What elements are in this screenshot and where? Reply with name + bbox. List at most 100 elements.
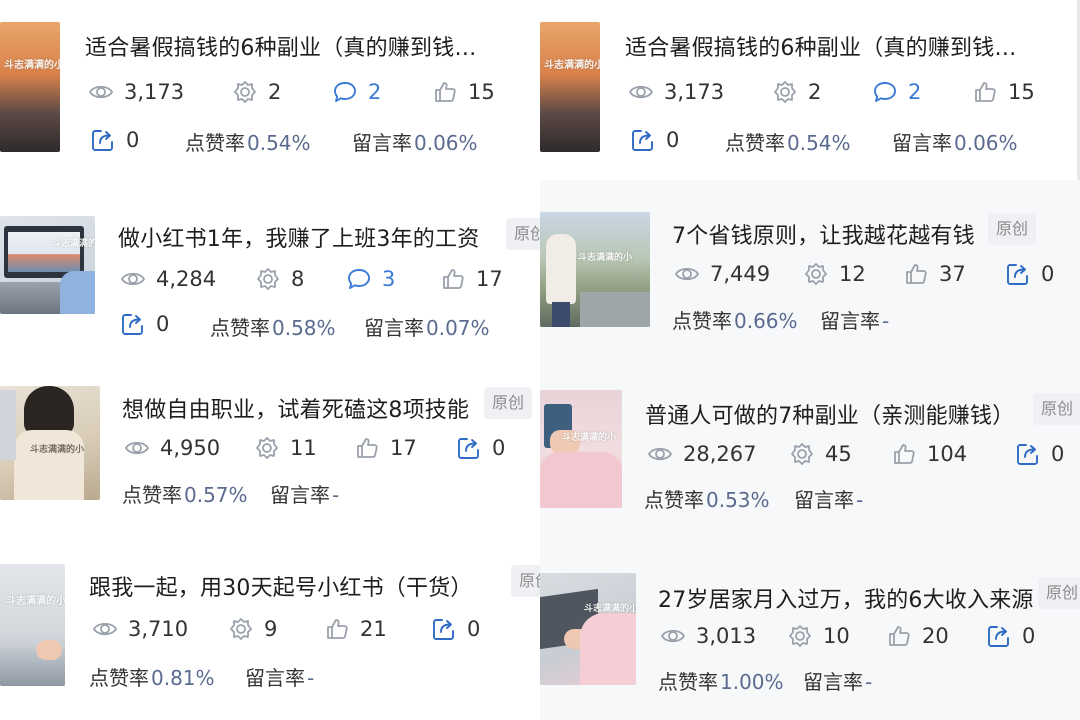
thumbs-up-icon bbox=[435, 82, 456, 102]
watermark: 斗志满满的小 bbox=[584, 604, 636, 614]
views-stat: 28,267 bbox=[647, 441, 756, 467]
cover-thumbnail[interactable]: 斗志满满的小 bbox=[0, 386, 100, 500]
original-badge: 原创 bbox=[1033, 393, 1080, 425]
comments-stat[interactable]: 3 bbox=[346, 266, 395, 292]
article-title[interactable]: 跟我一起，用30天起号小红书（干货） bbox=[89, 570, 473, 602]
original-badge: 原创 bbox=[484, 387, 533, 419]
person-legs bbox=[552, 302, 570, 327]
cover-thumbnail[interactable]: 斗志满满的小 bbox=[0, 564, 65, 686]
forwards-stat[interactable]: 0 bbox=[431, 616, 480, 642]
thumbs-up-icon bbox=[889, 626, 910, 646]
shares-stat: 12 bbox=[803, 261, 866, 287]
article-card[interactable]: 斗志满满的小 普通人可做的7种副业（亲测能赚钱） 原创 28,267 45 10… bbox=[540, 360, 1080, 540]
likes-stat[interactable]: 17 bbox=[354, 435, 417, 461]
comment-rate: 留言率 - bbox=[820, 309, 890, 333]
article-title[interactable]: 适合暑假搞钱的6种副业（真的赚到钱… bbox=[85, 30, 477, 62]
forwards-stat[interactable]: 0 bbox=[1015, 441, 1064, 467]
forwards-stat[interactable]: 0 bbox=[90, 127, 139, 153]
watermark: 斗志满满的小 bbox=[544, 60, 600, 71]
forwards-stat[interactable]: 0 bbox=[456, 435, 505, 461]
article-title[interactable]: 想做自由职业，试着死磕这8项技能 bbox=[122, 392, 469, 424]
views-stat: 3,710 bbox=[92, 616, 188, 642]
article-card[interactable]: 斗志满满的小 做小红书1年，我赚了上班3年的工资 原创 4,284 8 3 17… bbox=[0, 180, 540, 360]
shares-stat: 9 bbox=[228, 616, 277, 642]
forward-icon bbox=[988, 626, 1009, 647]
share-gear-icon bbox=[774, 81, 796, 103]
like-rate: 点赞率 0.81% bbox=[89, 666, 215, 690]
forward-icon bbox=[433, 619, 454, 640]
comment-icon bbox=[334, 82, 356, 102]
thumbs-up-icon bbox=[443, 269, 464, 289]
thumbs-up-icon bbox=[357, 438, 378, 458]
article-card[interactable]: 斗志满满的小 想做自由职业，试着死磕这8项技能 原创 4,950 11 17 0… bbox=[0, 360, 540, 540]
share-gear-icon bbox=[230, 618, 252, 640]
article-card[interactable]: 斗志满满的小 跟我一起，用30天起号小红书（干货） 原创 3,710 9 21 … bbox=[0, 540, 540, 720]
watermark: 斗志满满的小 bbox=[562, 433, 617, 443]
hand bbox=[36, 640, 62, 660]
comment-rate: 留言率 - bbox=[794, 488, 864, 512]
article-title[interactable]: 做小红书1年，我赚了上班3年的工资 bbox=[118, 221, 479, 253]
forward-icon bbox=[1007, 264, 1028, 285]
forwards-stat[interactable]: 0 bbox=[986, 623, 1035, 649]
cover-thumbnail[interactable]: 斗志满满的小 bbox=[0, 22, 60, 152]
comment-rate: 留言率 0.06% bbox=[352, 131, 478, 155]
views-stat: 3,173 bbox=[88, 79, 184, 105]
cover-thumbnail[interactable]: 斗志满满的小 bbox=[540, 573, 636, 685]
forwards-stat[interactable]: 0 bbox=[1005, 261, 1054, 287]
forwards-stat[interactable]: 0 bbox=[630, 127, 679, 153]
person-figure bbox=[546, 234, 576, 304]
article-card[interactable]: 斗志满满的小 适合暑假搞钱的6种副业（真的赚到钱… 3,173 2 2 15 0… bbox=[540, 0, 1080, 180]
watermark: 斗志满满的小 bbox=[4, 60, 60, 71]
comment-icon bbox=[348, 269, 370, 289]
likes-stat[interactable]: 15 bbox=[972, 79, 1035, 105]
shares-stat: 45 bbox=[789, 441, 852, 467]
sleeve bbox=[60, 271, 95, 314]
comments-stat[interactable]: 2 bbox=[332, 79, 381, 105]
cover-thumbnail[interactable]: 斗志满满的小 bbox=[0, 216, 95, 314]
share-gear-icon bbox=[805, 263, 827, 285]
likes-stat[interactable]: 104 bbox=[891, 441, 967, 467]
comment-rate: 留言率 - bbox=[245, 666, 315, 690]
forwards-stat[interactable]: 0 bbox=[120, 311, 169, 337]
thumbs-up-icon bbox=[894, 444, 915, 464]
views-stat: 7,449 bbox=[674, 261, 770, 287]
share-gear-icon bbox=[789, 625, 811, 647]
eye-icon bbox=[661, 629, 685, 643]
pink-sleeve bbox=[540, 452, 622, 508]
share-gear-icon bbox=[257, 268, 279, 290]
article-title[interactable]: 27岁居家月入过万，我的6大收入来源 bbox=[658, 582, 1034, 614]
forward-icon bbox=[1017, 444, 1038, 465]
likes-stat[interactable]: 37 bbox=[903, 261, 966, 287]
article-title[interactable]: 7个省钱原则，让我越花越有钱 bbox=[672, 218, 975, 250]
cover-thumbnail[interactable]: 斗志满满的小 bbox=[540, 22, 600, 152]
article-title[interactable]: 普通人可做的7种副业（亲测能赚钱） bbox=[645, 398, 1014, 430]
like-rate: 点赞率 0.66% bbox=[672, 309, 798, 333]
likes-stat[interactable]: 20 bbox=[886, 623, 949, 649]
likes-stat[interactable]: 15 bbox=[432, 79, 495, 105]
likes-stat[interactable]: 21 bbox=[324, 616, 387, 642]
like-rate: 点赞率 0.54% bbox=[185, 131, 311, 155]
like-rate: 点赞率 0.57% bbox=[122, 483, 248, 507]
watermark: 斗志满满的小 bbox=[52, 239, 95, 249]
article-card[interactable]: 斗志满满的小 适合暑假搞钱的6种副业（真的赚到钱… 3,173 2 2 15 0… bbox=[0, 0, 540, 180]
cover-thumbnail[interactable]: 斗志满满的小 bbox=[540, 390, 622, 508]
article-card[interactable]: 斗志满满的小 27岁居家月入过万，我的6大收入来源 原创 3,013 10 20… bbox=[540, 540, 1080, 720]
shares-stat: 2 bbox=[232, 79, 281, 105]
shares-stat: 8 bbox=[255, 266, 304, 292]
like-rate: 点赞率 1.00% bbox=[658, 670, 784, 694]
comments-stat[interactable]: 2 bbox=[872, 79, 921, 105]
cover-thumbnail[interactable]: 斗志满满的小 bbox=[540, 212, 650, 327]
likes-stat[interactable]: 17 bbox=[440, 266, 503, 292]
comment-rate: 留言率 - bbox=[803, 670, 873, 694]
eye-icon bbox=[675, 267, 699, 281]
like-rate: 点赞率 0.53% bbox=[644, 488, 770, 512]
forward-icon bbox=[122, 314, 143, 335]
article-title[interactable]: 适合暑假搞钱的6种副业（真的赚到钱… bbox=[625, 30, 1017, 62]
original-badge: 原创 bbox=[1038, 577, 1080, 609]
watermark: 斗志满满的小 bbox=[578, 253, 633, 263]
comment-rate: 留言率 0.06% bbox=[892, 131, 1018, 155]
pink-sleeve bbox=[580, 613, 636, 685]
article-card[interactable]: 斗志满满的小 7个省钱原则，让我越花越有钱 原创 7,449 12 37 0 点… bbox=[540, 180, 1080, 360]
comment-rate: 留言率 - bbox=[270, 483, 340, 507]
views-stat: 4,284 bbox=[120, 266, 216, 292]
